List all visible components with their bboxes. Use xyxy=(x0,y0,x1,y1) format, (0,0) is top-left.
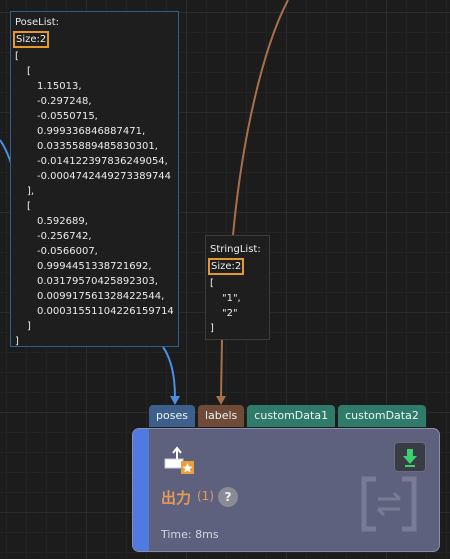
tooltip-line: "1", xyxy=(222,293,241,304)
tooltip-line: 0.9994451338721692, xyxy=(37,261,152,272)
output-toggle-button[interactable] xyxy=(394,442,426,472)
wire-arrow-poses xyxy=(170,396,180,405)
tooltip-line: ] xyxy=(15,336,19,347)
tooltip-line: -0.0004742449273389744 xyxy=(37,171,172,182)
port-poses[interactable]: poses xyxy=(149,405,195,427)
tooltip-line: [ xyxy=(210,278,214,289)
wire-to-poses xyxy=(162,346,176,399)
stringlist-tooltip: StringList: Size:2 [ "1", "2"] xyxy=(205,235,270,340)
output-step-node[interactable]: 出力 (1) ? Time: 8ms xyxy=(132,428,440,552)
output-step-icon xyxy=(164,446,194,474)
wire-to-labels xyxy=(232,0,289,236)
tooltip-line: -0.0566007, xyxy=(37,246,98,257)
tooltip-line: -0.297248, xyxy=(37,96,92,107)
brackets-watermark-icon xyxy=(361,476,417,532)
tooltip-content: [ [1.15013, -0.297248, -0.0550715, 0.9993368… xyxy=(15,49,174,349)
input-ports: poses labels customData1 customData2 xyxy=(149,405,426,427)
port-labels[interactable]: labels xyxy=(197,405,245,427)
tooltip-line: ] xyxy=(27,321,31,332)
execution-time: Time: 8ms xyxy=(161,528,219,541)
tooltip-line: ], xyxy=(27,186,35,197)
tooltip-title: StringList: xyxy=(210,244,261,255)
tooltip-line: 1.15013, xyxy=(37,81,82,92)
tooltip-line: 0.592689, xyxy=(37,216,88,227)
size-badge: Size:2 xyxy=(13,31,50,48)
download-arrow-icon xyxy=(403,449,417,467)
tooltip-line: 0.009917561328422544, xyxy=(37,291,165,302)
tooltip-line: [ xyxy=(15,51,19,62)
tooltip-line: 0.03355889485830301, xyxy=(37,141,158,152)
help-button[interactable]: ? xyxy=(218,487,238,507)
tooltip-line: 0.03179570425892303, xyxy=(37,276,158,287)
tooltip-line: [ xyxy=(27,201,31,212)
tooltip-content: [ "1", "2"] xyxy=(210,276,265,336)
tooltip-line: ] xyxy=(210,323,214,334)
step-name: 出力 xyxy=(161,489,192,507)
tooltip-line: -0.014122397836249054, xyxy=(37,156,168,167)
tooltip-line: 0.999336846887471, xyxy=(37,126,146,137)
step-count: (1) xyxy=(197,489,214,503)
tooltip-line: -0.256742, xyxy=(37,231,92,242)
tooltip-line: [ xyxy=(27,66,31,77)
port-customdata2[interactable]: customData2 xyxy=(338,405,426,427)
tooltip-line: -0.0550715, xyxy=(37,111,98,122)
port-customdata1[interactable]: customData1 xyxy=(247,405,336,427)
tooltip-line: "2" xyxy=(222,308,238,319)
wire-to-labels xyxy=(220,339,223,399)
tooltip-line: 0.00031551104226159714 xyxy=(37,306,174,317)
tooltip-title: PoseList: xyxy=(15,17,60,28)
wire-arrow-labels xyxy=(216,396,226,405)
poselist-tooltip: PoseList: Size:2 [ [1.15013, -0.297248, -0.… xyxy=(10,11,179,347)
size-badge: Size:2 xyxy=(208,258,245,275)
node-stripe xyxy=(133,429,149,551)
